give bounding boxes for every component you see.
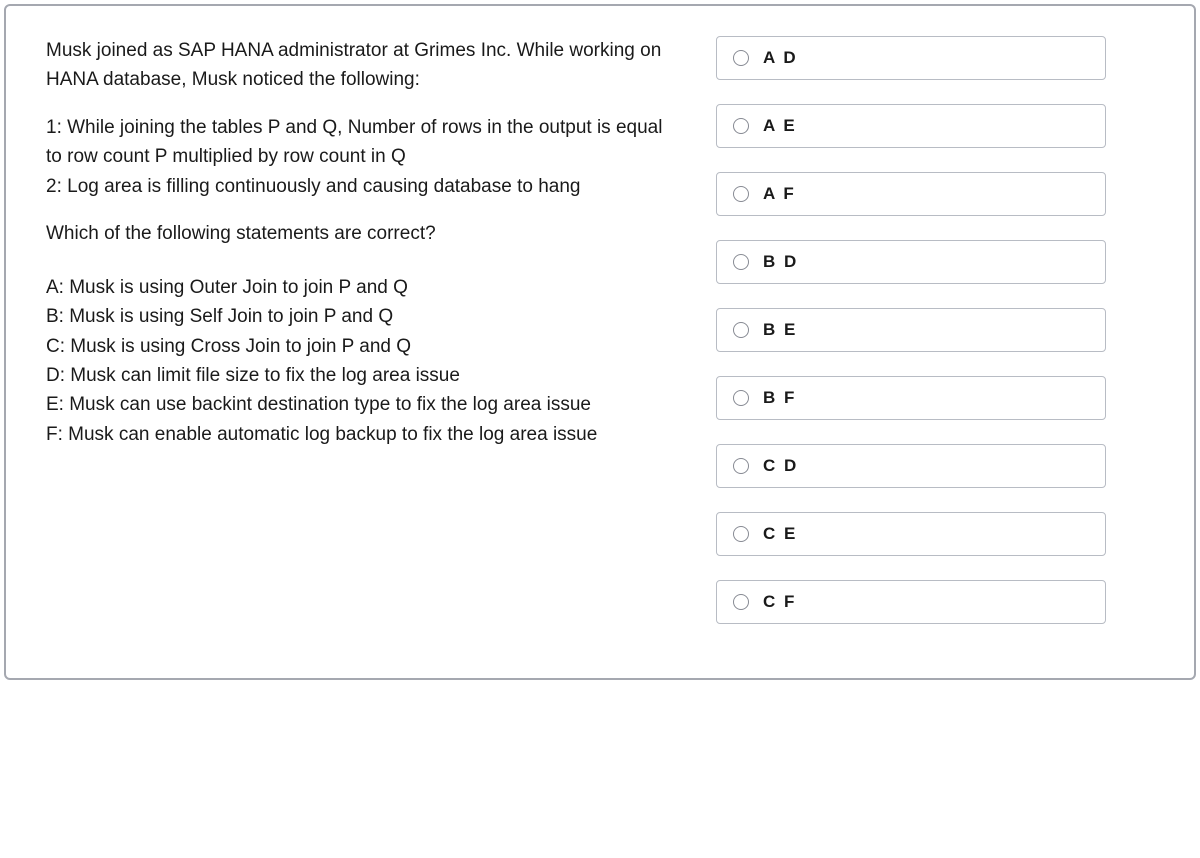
answer-label: C D [763,456,798,476]
observation-2: 2: Log area is filling continuously and … [46,172,666,201]
answer-label: B F [763,388,796,408]
answer-label: B E [763,320,797,340]
radio-icon [733,594,749,610]
radio-icon [733,390,749,406]
radio-icon [733,186,749,202]
radio-icon [733,526,749,542]
answer-option-af[interactable]: A F [716,172,1106,216]
question-options-list: A: Musk is using Outer Join to join P an… [46,273,666,450]
question-container: Musk joined as SAP HANA administrator at… [4,4,1196,680]
answers-column: A D A E A F B D B E B F C D C E [716,36,1106,648]
answer-label: A F [763,184,796,204]
answer-option-ad[interactable]: A D [716,36,1106,80]
option-d: D: Musk can limit file size to fix the l… [46,361,666,390]
answer-option-ae[interactable]: A E [716,104,1106,148]
answer-option-cf[interactable]: C F [716,580,1106,624]
radio-icon [733,50,749,66]
question-observations: 1: While joining the tables P and Q, Num… [46,113,666,201]
radio-icon [733,118,749,134]
radio-icon [733,458,749,474]
option-b: B: Musk is using Self Join to join P and… [46,302,666,331]
answer-option-cd[interactable]: C D [716,444,1106,488]
answer-option-ce[interactable]: C E [716,512,1106,556]
option-e: E: Musk can use backint destination type… [46,390,666,419]
question-column: Musk joined as SAP HANA administrator at… [46,36,666,648]
question-intro: Musk joined as SAP HANA administrator at… [46,36,666,95]
answer-label: A D [763,48,798,68]
answer-option-bf[interactable]: B F [716,376,1106,420]
option-f: F: Musk can enable automatic log backup … [46,420,666,449]
observation-1: 1: While joining the tables P and Q, Num… [46,113,666,172]
answer-label: A E [763,116,797,136]
radio-icon [733,322,749,338]
answer-option-bd[interactable]: B D [716,240,1106,284]
answer-label: C F [763,592,796,612]
answer-option-be[interactable]: B E [716,308,1106,352]
option-a: A: Musk is using Outer Join to join P an… [46,273,666,302]
radio-icon [733,254,749,270]
question-prompt: Which of the following statements are co… [46,219,666,248]
answer-label: C E [763,524,797,544]
answer-label: B D [763,252,798,272]
option-c: C: Musk is using Cross Join to join P an… [46,332,666,361]
